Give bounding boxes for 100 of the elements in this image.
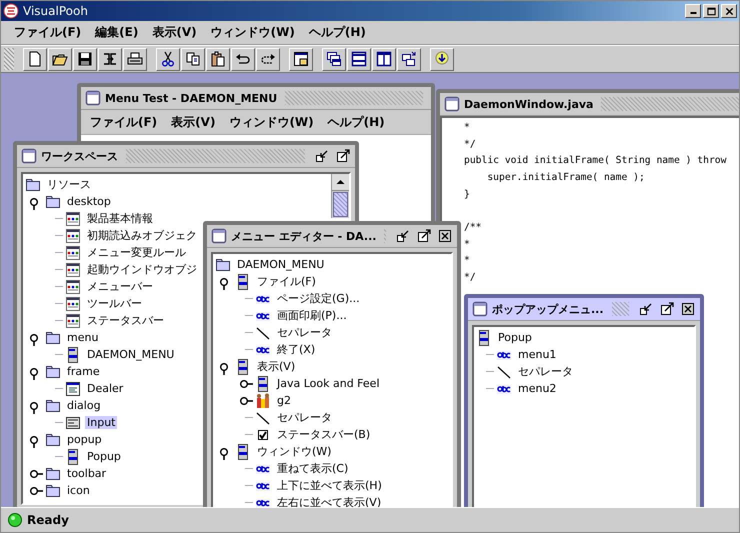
tree-item[interactable]: desktop bbox=[65, 195, 113, 208]
toolbar-button[interactable] bbox=[322, 48, 346, 70]
toolbar-button[interactable] bbox=[123, 48, 147, 70]
maximize-icon bbox=[336, 149, 350, 163]
tree-item[interactable]: ステータスバー bbox=[85, 313, 166, 328]
toolbar-button[interactable] bbox=[23, 48, 47, 70]
tree-item[interactable]: Java Look and Feel bbox=[275, 377, 382, 390]
maximize-button[interactable] bbox=[703, 4, 719, 18]
tree-item[interactable]: DAEMON_MENU bbox=[235, 258, 326, 271]
tree-item[interactable]: popup bbox=[65, 433, 104, 446]
tree-item[interactable]: ステータスバー(B) bbox=[275, 427, 372, 442]
toolbar-button[interactable] bbox=[156, 48, 180, 70]
menu-entry[interactable]: ウィンドウ(W) bbox=[222, 114, 321, 130]
scroll-up-icon[interactable] bbox=[332, 174, 349, 191]
menu-icon bbox=[255, 376, 271, 392]
tree-item[interactable]: ウィンドウ(W) bbox=[255, 444, 334, 459]
tree-item[interactable]: 起動ウインドウオブジ bbox=[85, 262, 199, 277]
tree-item[interactable]: リソース bbox=[45, 177, 93, 192]
toolbar-button[interactable] bbox=[98, 48, 122, 70]
toolbar-button[interactable] bbox=[347, 48, 371, 70]
menu-icon bbox=[65, 448, 81, 464]
tree-item[interactable]: DAEMON_MENU bbox=[85, 348, 176, 361]
toolbar-button[interactable] bbox=[256, 48, 280, 70]
toolbar-button[interactable] bbox=[206, 48, 230, 70]
toolbar-button[interactable] bbox=[372, 48, 396, 70]
window-icon bbox=[293, 51, 309, 67]
form-icon bbox=[65, 262, 81, 278]
tree-item[interactable]: frame bbox=[65, 365, 102, 378]
tree-item[interactable]: セパレータ bbox=[516, 364, 575, 379]
tree-item[interactable]: Dealer bbox=[85, 382, 126, 395]
maximize-button[interactable] bbox=[334, 148, 351, 164]
tree-item[interactable]: g2 bbox=[275, 394, 293, 407]
tree-item[interactable]: dialog bbox=[65, 399, 103, 412]
tree-item[interactable]: 初期読込みオブジェク bbox=[85, 228, 199, 243]
form-icon bbox=[65, 244, 81, 260]
tree-item[interactable]: Input bbox=[85, 416, 118, 429]
toolbar-button[interactable] bbox=[48, 48, 72, 70]
menu-entry[interactable]: ファイル(F) bbox=[83, 114, 164, 130]
tree-item[interactable]: 終了(X) bbox=[275, 342, 318, 357]
window-icon bbox=[211, 228, 227, 244]
maximize-button[interactable] bbox=[415, 228, 432, 244]
window-title-bar[interactable]: ポップアップメニュ... bbox=[468, 298, 700, 321]
toolbar-button[interactable] bbox=[289, 48, 313, 70]
minimize-button[interactable] bbox=[685, 4, 701, 18]
menu-entry[interactable]: ヘルプ(H) bbox=[302, 24, 373, 41]
toolbar-button[interactable] bbox=[181, 48, 205, 70]
cascade-windows-icon bbox=[326, 51, 342, 67]
menu-entry[interactable]: 表示(V) bbox=[164, 114, 222, 130]
tree-item[interactable]: セパレータ bbox=[275, 325, 334, 340]
tree-item[interactable]: セパレータ bbox=[275, 410, 334, 425]
form-icon bbox=[65, 228, 81, 244]
menu-entry[interactable]: ヘルプ(H) bbox=[320, 114, 392, 130]
menu-entry[interactable]: 編集(E) bbox=[88, 24, 146, 41]
close-button[interactable] bbox=[721, 4, 737, 18]
app-logo-icon bbox=[3, 3, 19, 19]
tree-item[interactable]: メニューバー bbox=[85, 279, 155, 294]
vertical-scrollbar[interactable] bbox=[331, 174, 349, 218]
tree-item[interactable]: Popup bbox=[85, 450, 123, 463]
iconify-button[interactable] bbox=[637, 300, 654, 318]
iconify-button[interactable] bbox=[394, 228, 411, 244]
toolbar-button[interactable] bbox=[73, 48, 97, 70]
swap-icon bbox=[102, 51, 118, 67]
tree-item[interactable]: menu bbox=[65, 331, 100, 344]
window-icon bbox=[444, 96, 460, 112]
folder-icon bbox=[25, 176, 41, 192]
tree-item[interactable]: 表示(V) bbox=[255, 359, 298, 374]
toolbar-button[interactable] bbox=[430, 48, 454, 70]
tree-item[interactable]: ページ設定(G)... bbox=[275, 291, 362, 306]
toolbar-button[interactable] bbox=[397, 48, 421, 70]
close-button[interactable] bbox=[679, 300, 696, 318]
iconify-icon bbox=[314, 149, 328, 163]
tree-item[interactable]: 上下に並べて表示(H) bbox=[275, 478, 384, 493]
maximize-button[interactable] bbox=[658, 300, 675, 318]
tree-item[interactable]: menu1 bbox=[516, 348, 558, 361]
tree-item[interactable]: toolbar bbox=[65, 467, 108, 480]
toolbar-grip[interactable] bbox=[4, 48, 14, 70]
tree-item[interactable]: ファイル(F) bbox=[255, 274, 318, 289]
scrollbar-thumb[interactable] bbox=[333, 192, 348, 217]
separator-icon bbox=[255, 324, 271, 340]
tree-item[interactable]: 画面印刷(P)... bbox=[275, 308, 349, 323]
tree-item[interactable]: ツールバー bbox=[85, 296, 144, 311]
folder-icon bbox=[45, 398, 61, 414]
tree-item[interactable]: Popup bbox=[496, 331, 534, 344]
close-button[interactable] bbox=[436, 228, 453, 244]
copy-icon bbox=[185, 51, 201, 67]
window-icon bbox=[472, 301, 488, 317]
tree-item[interactable]: メニュー変更ルール bbox=[85, 245, 188, 260]
iconify-button[interactable] bbox=[313, 148, 330, 164]
tree-item[interactable]: icon bbox=[65, 484, 92, 497]
window-title: メニュー エディター - DA... bbox=[231, 228, 376, 244]
menu-entry[interactable]: 表示(V) bbox=[145, 24, 204, 41]
menu-icon bbox=[235, 274, 251, 290]
run-icon bbox=[434, 51, 450, 67]
tree-item[interactable]: 重ねて表示(C) bbox=[275, 461, 350, 476]
toolbar-button[interactable] bbox=[231, 48, 255, 70]
menu-entry[interactable]: ウィンドウ(W) bbox=[204, 24, 302, 41]
tree-item[interactable]: menu2 bbox=[516, 382, 558, 395]
menu-icon bbox=[65, 346, 81, 362]
menu-entry[interactable]: ファイル(F) bbox=[7, 24, 88, 41]
tree-item[interactable]: 製品基本情報 bbox=[85, 211, 155, 226]
